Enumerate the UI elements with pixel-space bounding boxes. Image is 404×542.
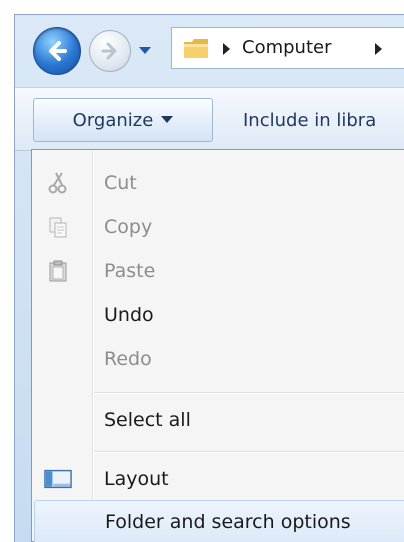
menu-item-copy[interactable]: Copy [32, 205, 404, 249]
scissors-icon [44, 169, 72, 197]
menu-item-select-all[interactable]: Select all [32, 398, 404, 442]
chevron-down-icon [139, 47, 151, 54]
menu-item-label: Paste [104, 260, 156, 282]
menu-item-layout[interactable]: Layout [32, 457, 404, 501]
explorer-window: Computer Organize Include in libra Cut C… [14, 14, 404, 542]
menu-item-label: Layout [104, 468, 169, 490]
chevron-down-icon [161, 116, 174, 123]
breadcrumb-arrow-icon[interactable] [220, 42, 232, 56]
navigation-bar: Computer [15, 15, 404, 87]
menu-item-label: Folder and search options [105, 511, 351, 533]
back-button[interactable] [33, 27, 81, 75]
menu-item-label: Undo [104, 304, 154, 326]
copy-icon [44, 213, 72, 241]
include-in-library-button[interactable]: Include in libra [243, 110, 376, 131]
menu-item-folder-and-search-options[interactable]: Folder and search options [34, 500, 404, 542]
organize-button[interactable]: Organize [33, 98, 213, 142]
menu-item-label: Cut [104, 172, 137, 194]
organize-label: Organize [72, 109, 154, 131]
menu-item-redo[interactable]: Redo [32, 337, 404, 381]
paste-icon [44, 257, 72, 285]
menu-item-label: Copy [104, 216, 153, 238]
menu-item-paste[interactable]: Paste [32, 249, 404, 293]
recent-pages-button[interactable] [137, 43, 153, 59]
arrow-left-icon [49, 41, 67, 61]
address-bar[interactable]: Computer [171, 27, 404, 69]
menu-separator [94, 451, 404, 452]
menu-item-cut[interactable]: Cut [32, 161, 404, 205]
organize-menu: Cut Copy Paste Undo Redo Select all Layo… [31, 149, 404, 542]
arrow-right-icon [101, 42, 117, 60]
breadcrumb-arrow-icon[interactable] [372, 42, 384, 56]
menu-separator [94, 392, 404, 393]
breadcrumb-computer[interactable]: Computer [242, 37, 331, 58]
menu-item-undo[interactable]: Undo [32, 293, 404, 337]
menu-item-label: Select all [104, 409, 191, 431]
layout-icon [44, 465, 72, 493]
menu-item-label: Redo [104, 348, 152, 370]
folder-icon [184, 39, 208, 58]
forward-button[interactable] [89, 30, 131, 72]
command-bar: Organize Include in libra [15, 87, 404, 151]
